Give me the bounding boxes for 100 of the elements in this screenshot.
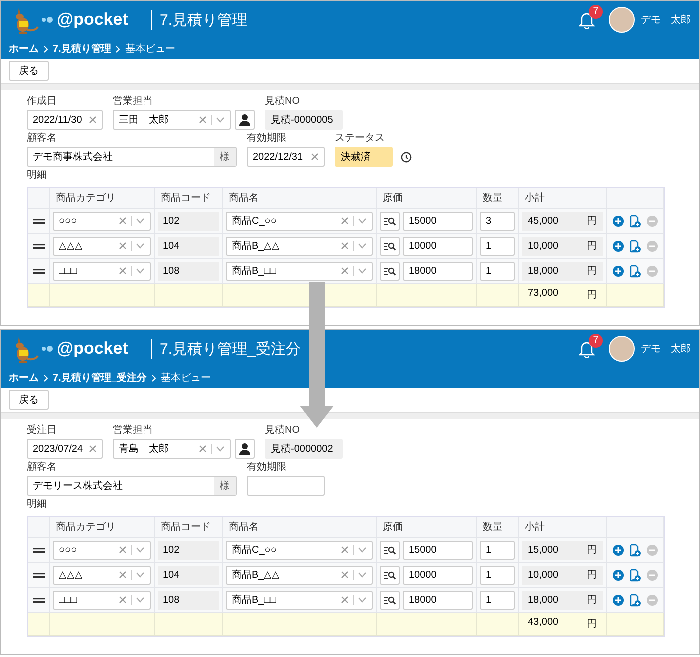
user-name[interactable]: デモ 太郎 — [641, 342, 691, 356]
clear-icon[interactable] — [341, 596, 349, 604]
chevron-down-icon[interactable] — [136, 597, 145, 603]
product-name-select[interactable]: 商品B_□□ — [226, 262, 373, 280]
chevron-down-icon[interactable] — [216, 117, 225, 123]
bell-icon[interactable] — [579, 340, 595, 358]
chevron-down-icon[interactable] — [136, 218, 145, 224]
quantity-input[interactable]: 1 — [480, 540, 515, 560]
product-name-select[interactable]: 商品C_○○ — [226, 540, 373, 560]
category-select[interactable]: □□□ — [53, 590, 151, 610]
category-select[interactable]: △△△ — [53, 236, 151, 256]
price-input[interactable]: 15000 — [403, 212, 473, 230]
date-field[interactable]: 2022/11/30 — [27, 110, 103, 130]
clear-icon[interactable] — [119, 267, 127, 275]
clear-icon[interactable] — [341, 242, 349, 250]
product-name-select[interactable]: 商品C_○○ — [226, 212, 373, 230]
quantity-input[interactable]: 1 — [480, 590, 515, 610]
quantity-input[interactable]: 1 — [480, 236, 515, 256]
breadcrumb-link[interactable]: ホーム — [9, 42, 39, 56]
chevron-down-icon[interactable] — [136, 243, 145, 249]
category-select[interactable]: ○○○ — [53, 212, 151, 230]
lookup-button[interactable] — [380, 262, 400, 280]
chevron-down-icon[interactable] — [358, 218, 367, 224]
product-name-select[interactable]: 商品B_△△ — [226, 236, 373, 256]
chevron-down-icon[interactable] — [358, 572, 367, 578]
quantity-input[interactable]: 3 — [480, 212, 515, 230]
category-select[interactable]: ○○○ — [53, 540, 151, 560]
breadcrumb-link[interactable]: 7.見積り管理 — [53, 42, 112, 56]
clock-icon[interactable] — [401, 152, 412, 162]
clear-icon[interactable] — [199, 116, 207, 124]
chevron-down-icon[interactable] — [136, 572, 145, 578]
copy-icon[interactable] — [630, 568, 640, 582]
clear-icon[interactable] — [119, 571, 127, 579]
breadcrumb-link[interactable]: 7.見積り管理_受注分 — [53, 371, 147, 385]
price-input[interactable]: 18000 — [403, 590, 473, 610]
chevron-down-icon[interactable] — [358, 597, 367, 603]
clear-icon[interactable] — [199, 445, 207, 453]
breadcrumb-link[interactable]: ホーム — [9, 371, 39, 385]
add-icon[interactable] — [612, 544, 624, 556]
copy-icon[interactable] — [630, 240, 640, 252]
clear-icon[interactable] — [89, 445, 97, 453]
expiry-date-field[interactable] — [247, 476, 325, 496]
category-select[interactable]: □□□ — [53, 262, 151, 280]
chevron-down-icon[interactable] — [136, 547, 145, 553]
drag-handle-icon[interactable] — [32, 218, 44, 224]
add-icon[interactable] — [612, 594, 624, 606]
copy-icon[interactable] — [630, 264, 640, 278]
person-button[interactable] — [235, 110, 255, 130]
clear-icon[interactable] — [89, 116, 97, 124]
lookup-button[interactable] — [380, 540, 400, 560]
date-field[interactable]: 2023/07/24 — [27, 439, 103, 459]
clear-icon[interactable] — [311, 153, 319, 161]
drag-handle-icon[interactable] — [32, 598, 44, 602]
copy-icon[interactable] — [630, 214, 640, 228]
chevron-down-icon[interactable] — [358, 243, 367, 249]
product-name-select[interactable]: 商品B_△△ — [226, 566, 373, 584]
quantity-input[interactable]: 1 — [480, 262, 515, 280]
lookup-button[interactable] — [380, 236, 400, 256]
add-icon[interactable] — [612, 266, 624, 276]
drag-handle-icon[interactable] — [32, 268, 44, 274]
price-input[interactable]: 15000 — [403, 540, 473, 560]
category-select[interactable]: △△△ — [53, 566, 151, 584]
copy-icon[interactable] — [630, 544, 640, 556]
drag-handle-icon[interactable] — [32, 572, 44, 578]
product-name-select[interactable]: 商品B_□□ — [226, 590, 373, 610]
customer-field[interactable]: デモ商事株式会社 様 — [27, 147, 237, 167]
chevron-down-icon[interactable] — [216, 446, 225, 452]
chevron-down-icon[interactable] — [358, 547, 367, 553]
expiry-date-field[interactable]: 2022/12/31 — [247, 147, 325, 167]
clear-icon[interactable] — [119, 242, 127, 250]
back-button[interactable]: 戻る — [9, 61, 49, 81]
clear-icon[interactable] — [341, 571, 349, 579]
clear-icon[interactable] — [119, 217, 127, 225]
sales-rep-select[interactable]: 三田 太郎 — [113, 110, 231, 130]
price-input[interactable]: 10000 — [403, 566, 473, 584]
quantity-input[interactable]: 1 — [480, 566, 515, 584]
chevron-down-icon[interactable] — [136, 268, 145, 274]
drag-handle-icon[interactable] — [32, 244, 44, 248]
clear-icon[interactable] — [119, 546, 127, 554]
sales-rep-select[interactable]: 青島 太郎 — [113, 439, 231, 459]
clear-icon[interactable] — [341, 267, 349, 275]
lookup-button[interactable] — [380, 590, 400, 610]
copy-icon[interactable] — [630, 594, 640, 606]
clear-icon[interactable] — [119, 596, 127, 604]
clear-icon[interactable] — [341, 546, 349, 554]
add-icon[interactable] — [612, 570, 624, 580]
add-icon[interactable] — [612, 240, 624, 252]
lookup-button[interactable] — [380, 212, 400, 230]
back-button[interactable]: 戻る — [9, 390, 49, 410]
chevron-down-icon[interactable] — [358, 268, 367, 274]
avatar[interactable] — [609, 336, 635, 362]
lookup-button[interactable] — [380, 566, 400, 584]
bell-icon[interactable] — [579, 11, 595, 29]
price-input[interactable]: 10000 — [403, 236, 473, 256]
drag-handle-icon[interactable] — [32, 548, 44, 552]
person-button[interactable] — [235, 439, 255, 459]
add-icon[interactable] — [612, 216, 624, 226]
clear-icon[interactable] — [341, 217, 349, 225]
price-input[interactable]: 18000 — [403, 262, 473, 280]
user-name[interactable]: デモ 太郎 — [641, 13, 691, 27]
